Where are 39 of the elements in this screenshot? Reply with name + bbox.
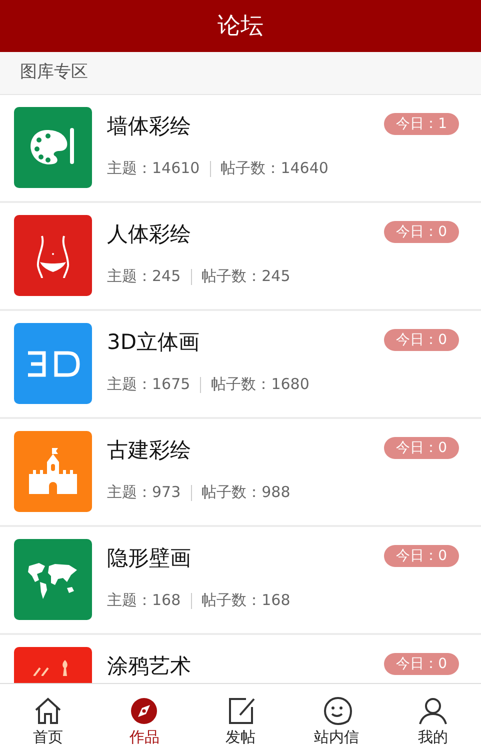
nav-tab[interactable]: 站内信 <box>288 684 385 746</box>
forum-row[interactable]: 人体彩绘 主题：245 帖子数：245 今日：0 <box>0 203 481 311</box>
today-count-tag: 今日：1 <box>384 113 459 135</box>
topics-count: 主题：168 <box>107 590 181 612</box>
today-count-tag: 今日：0 <box>384 437 459 459</box>
forum-name: 人体彩绘 <box>107 221 192 248</box>
topics-count: 主题：973 <box>107 482 181 504</box>
today-count-tag: 今日：0 <box>384 653 459 675</box>
posts-count: 帖子数：1680 <box>211 374 310 396</box>
forum-name: 隐形壁画 <box>107 545 192 572</box>
today-count-tag: 今日：0 <box>384 545 459 567</box>
posts-count: 帖子数：14640 <box>220 158 328 180</box>
page-title: 论坛 <box>218 12 264 41</box>
compass-icon <box>129 696 160 724</box>
forum-row[interactable]: 3D立体画 主题：1675 帖子数：1680 今日：0 <box>0 311 481 419</box>
forum-name: 涂鸦艺术 <box>107 653 192 680</box>
today-count-tag: 今日：0 <box>384 329 459 351</box>
nav-tab[interactable]: 作品 <box>96 684 192 746</box>
nav-tab[interactable]: 发帖 <box>192 684 289 746</box>
forum-name: 墙体彩绘 <box>107 113 192 140</box>
today-count-tag: 今日：0 <box>384 221 459 243</box>
forum-row[interactable]: 隐形壁画 主题：168 帖子数：168 今日：0 <box>0 527 481 635</box>
forum-row[interactable]: 古建彩绘 主题：973 帖子数：988 今日：0 <box>0 419 481 527</box>
section-header: 图库专区 <box>0 52 481 95</box>
home-icon <box>33 696 64 724</box>
forum-row[interactable]: 墙体彩绘 主题：14610 帖子数：14640 今日：1 <box>0 95 481 203</box>
topics-count: 主题：245 <box>107 266 181 288</box>
forum-name: 古建彩绘 <box>107 437 192 464</box>
user-icon <box>418 696 448 724</box>
3d-icon <box>25 348 81 378</box>
topics-count: 主题：1675 <box>107 374 190 396</box>
posts-count: 帖子数：988 <box>202 482 290 504</box>
nav-tab[interactable]: 我的 <box>384 684 481 746</box>
topics-count: 主题：14610 <box>107 158 200 180</box>
posts-count: 帖子数：245 <box>202 266 290 288</box>
smiley-message-icon <box>322 696 352 724</box>
nav-tab[interactable]: 首页 <box>0 684 96 746</box>
forum-name: 3D立体画 <box>107 329 201 356</box>
posts-count: 帖子数：168 <box>202 590 290 612</box>
